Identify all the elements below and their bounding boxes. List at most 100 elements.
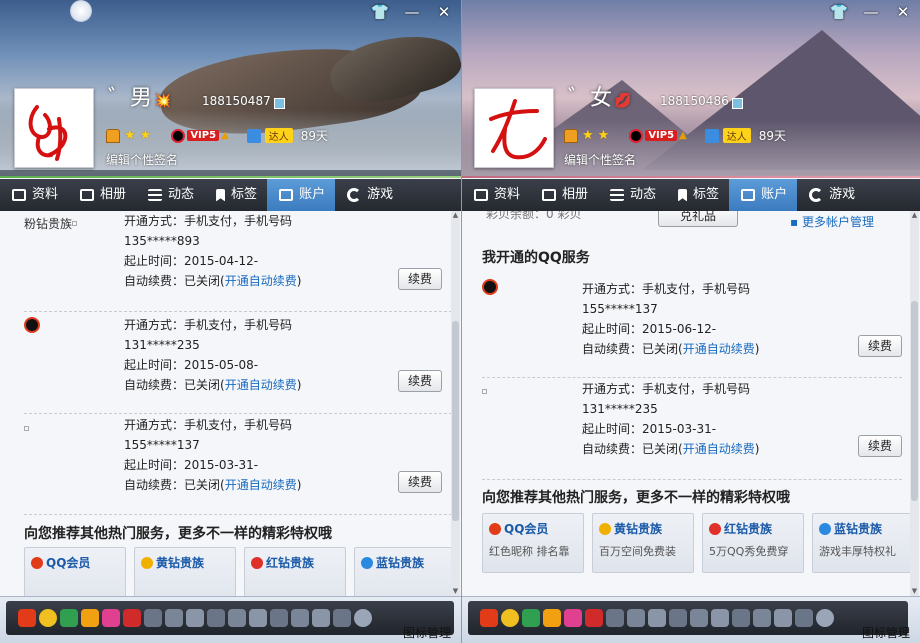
pen-app-icon[interactable] (774, 609, 792, 627)
skin-icon[interactable]: 👕 (369, 2, 391, 22)
pen-app-icon[interactable] (711, 609, 729, 627)
tab-profile[interactable]: 资料 (0, 179, 68, 211)
qq-app-icon[interactable] (480, 609, 498, 627)
scroll-down-icon[interactable]: ▼ (451, 587, 460, 596)
service-dot-icon (72, 221, 77, 226)
settings-app-icon[interactable] (354, 609, 372, 627)
enable-autorenew-link[interactable]: 开通自动续费 (225, 274, 297, 288)
daren-badge[interactable]: 达人 89天 (704, 127, 786, 144)
scroll-up-icon[interactable]: ▲ (910, 211, 919, 220)
scroll-thumb[interactable] (911, 301, 918, 501)
gift-app-icon[interactable] (123, 609, 141, 627)
enable-autorenew-link[interactable]: 开通自动续费 (225, 378, 297, 392)
renew-button[interactable]: 续费 (398, 471, 442, 493)
red-diamond-icon (251, 556, 263, 569)
service-dot-icon (482, 389, 487, 394)
level-badges: ★ ★ VIP5 ▲ 达人 89天 (564, 127, 786, 144)
scroll-down-icon[interactable]: ▼ (910, 587, 919, 596)
tab-games[interactable]: 游戏 (797, 179, 865, 211)
more-account-link[interactable]: ▪ 更多帐户管理 (790, 213, 874, 230)
qq-number-icon[interactable] (274, 98, 285, 109)
avatar[interactable] (14, 88, 94, 168)
pen-app-icon[interactable] (291, 609, 309, 627)
content-scrollbar[interactable]: ▲ ▼ (451, 211, 460, 596)
close-icon[interactable]: ✕ (892, 2, 914, 22)
pen-app-icon[interactable] (606, 609, 624, 627)
renew-button[interactable]: 续费 (858, 435, 902, 457)
pen-app-icon[interactable] (690, 609, 708, 627)
settings-app-icon[interactable] (816, 609, 834, 627)
tab-album[interactable]: 相册 (530, 179, 598, 211)
tab-album[interactable]: 相册 (68, 179, 136, 211)
pen-app-icon[interactable] (249, 609, 267, 627)
enable-autorenew-link[interactable]: 开通自动续费 (683, 342, 755, 356)
tab-games[interactable]: 游戏 (335, 179, 403, 211)
card-blue-diamond[interactable]: 蓝钻贵族 (354, 547, 456, 596)
pen-app-icon[interactable] (753, 609, 771, 627)
pen-app-icon[interactable] (669, 609, 687, 627)
pen-app-icon[interactable] (228, 609, 246, 627)
chat-app-icon[interactable] (60, 609, 78, 627)
diamond-app-icon[interactable] (564, 609, 582, 627)
scroll-thumb[interactable] (452, 321, 459, 521)
smile-app-icon[interactable] (39, 609, 57, 627)
content-scrollbar[interactable]: ▲ ▼ (910, 211, 919, 596)
smile-app-icon[interactable] (501, 609, 519, 627)
tab-tags[interactable]: 标签 (666, 179, 729, 211)
crown-icon[interactable] (106, 128, 120, 143)
pen-app-icon[interactable] (186, 609, 204, 627)
avatar[interactable] (474, 88, 554, 168)
pen-app-icon[interactable] (648, 609, 666, 627)
id-card-icon (474, 189, 488, 201)
qq-app-icon[interactable] (18, 609, 36, 627)
pen-app-icon[interactable] (627, 609, 645, 627)
renew-button[interactable]: 续费 (398, 370, 442, 392)
renew-button[interactable]: 续费 (398, 268, 442, 290)
card-yellow-diamond[interactable]: 黄钻贵族 百万空间免费装 (592, 513, 694, 573)
icon-management-link[interactable]: 图标管理 (403, 624, 451, 641)
pen-app-icon[interactable] (732, 609, 750, 627)
pen-app-icon[interactable] (795, 609, 813, 627)
card-qq-vip[interactable]: QQ会员 红色昵称 排名靠 (482, 513, 584, 573)
tab-tags[interactable]: 标签 (204, 179, 267, 211)
redeem-gift-button[interactable]: 兑礼品 (658, 211, 738, 227)
vip-badge[interactable]: VIP5 ▲ (629, 128, 687, 143)
pen-app-icon[interactable] (333, 609, 351, 627)
gift-app-icon[interactable] (585, 609, 603, 627)
blue-diamond-icon (361, 556, 373, 569)
minimize-icon[interactable]: — (860, 2, 882, 22)
pen-app-icon[interactable] (165, 609, 183, 627)
crown-icon[interactable] (564, 128, 578, 143)
daren-badge[interactable]: 达人 89天 (246, 127, 328, 144)
icon-management-link[interactable]: 图标管理 (862, 624, 910, 641)
tab-feed[interactable]: 动态 (598, 179, 666, 211)
chat-app-icon[interactable] (522, 609, 540, 627)
signature-edit[interactable]: 编辑个性签名 (106, 151, 178, 168)
renew-button[interactable]: 续费 (858, 335, 902, 357)
card-qq-vip[interactable]: QQ会员 (24, 547, 126, 596)
qq-number-icon[interactable] (732, 98, 743, 109)
close-icon[interactable]: ✕ (433, 2, 455, 22)
scroll-up-icon[interactable]: ▲ (451, 211, 460, 220)
enable-autorenew-link[interactable]: 开通自动续费 (225, 478, 297, 492)
pen-app-icon[interactable] (270, 609, 288, 627)
pen-app-icon[interactable] (312, 609, 330, 627)
card-yellow-diamond[interactable]: 黄钻贵族 (134, 547, 236, 596)
signature-edit[interactable]: 编辑个性签名 (564, 151, 636, 168)
diamond-app-icon[interactable] (102, 609, 120, 627)
minimize-icon[interactable]: — (401, 2, 423, 22)
vip-badge[interactable]: VIP5 ▲ (171, 128, 229, 143)
pen-app-icon[interactable] (207, 609, 225, 627)
pen-app-icon[interactable] (144, 609, 162, 627)
skin-icon[interactable]: 👕 (828, 2, 850, 22)
enable-autorenew-link[interactable]: 开通自动续费 (683, 442, 755, 456)
tab-profile[interactable]: 资料 (462, 179, 530, 211)
tab-account[interactable]: 账户 (267, 179, 336, 211)
card-blue-diamond[interactable]: 蓝钻贵族 游戏丰厚特权礼 (812, 513, 914, 573)
card-red-diamond[interactable]: 红钻贵族 (244, 547, 346, 596)
card-red-diamond[interactable]: 红钻贵族 5万QQ秀免费穿 (702, 513, 804, 573)
book-app-icon[interactable] (81, 609, 99, 627)
tab-account[interactable]: 账户 (729, 179, 798, 211)
book-app-icon[interactable] (543, 609, 561, 627)
tab-feed[interactable]: 动态 (136, 179, 204, 211)
